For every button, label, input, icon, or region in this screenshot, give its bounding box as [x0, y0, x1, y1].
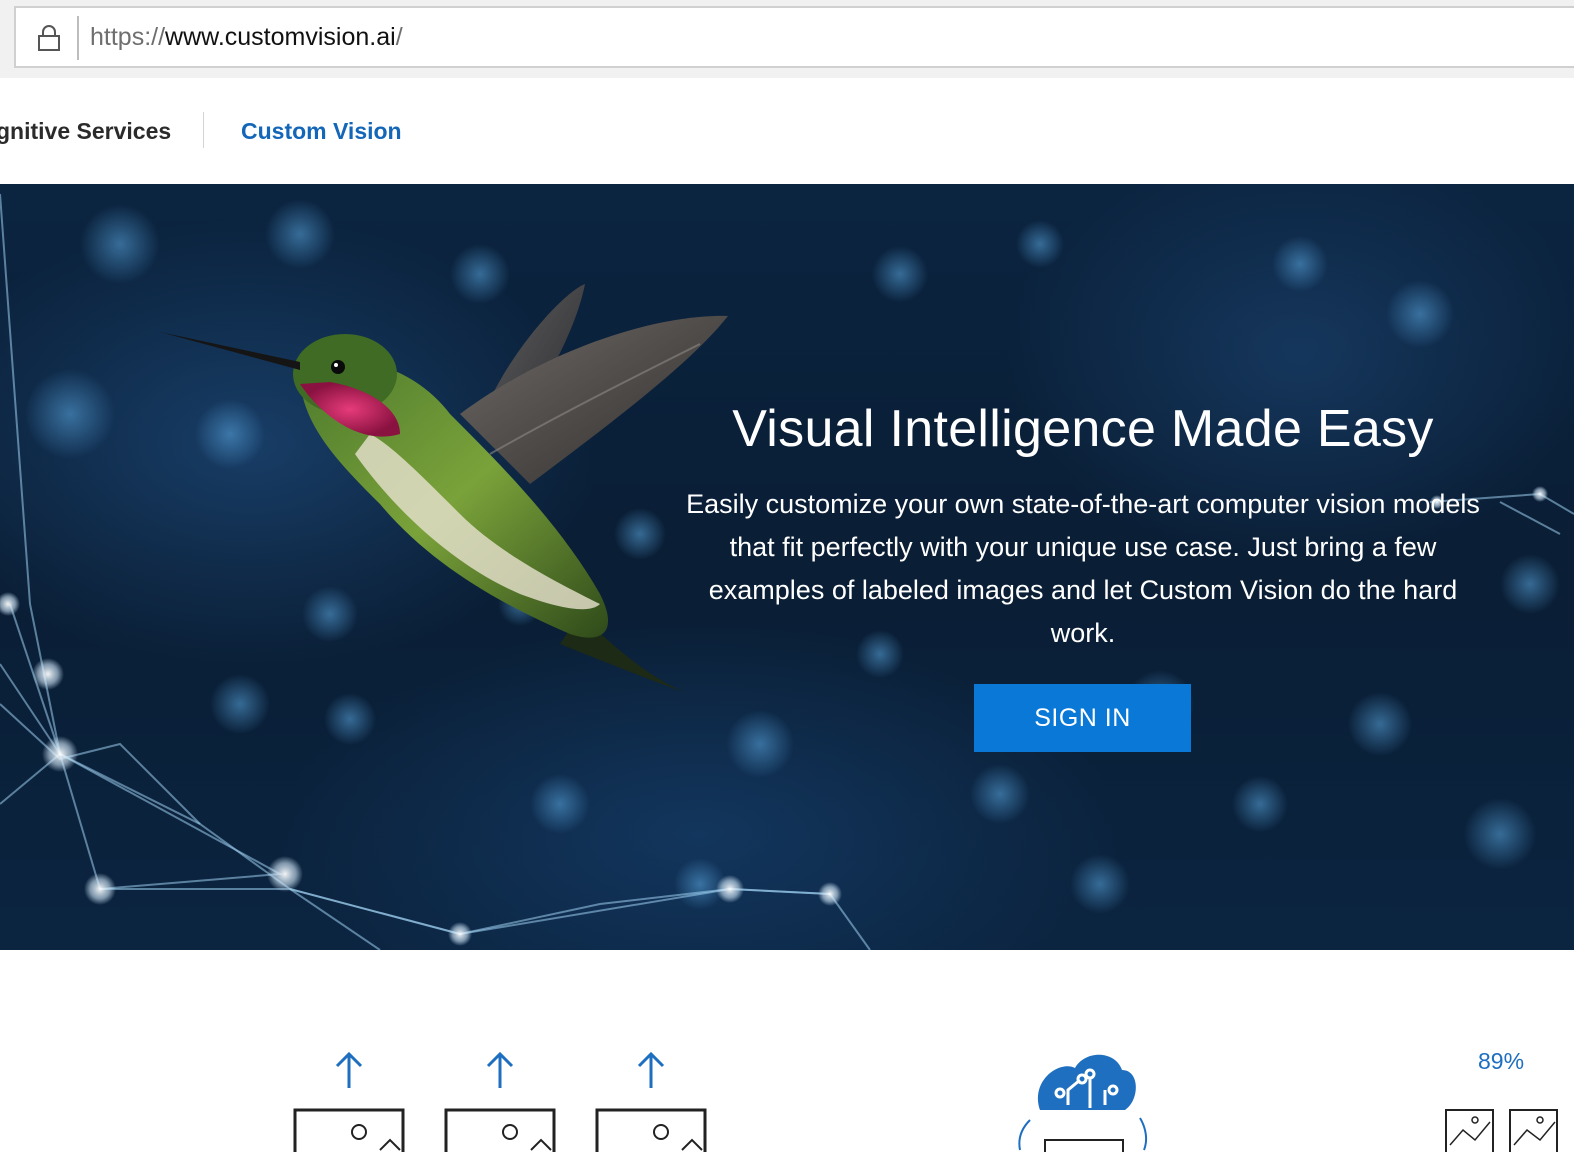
- hummingbird: [160, 284, 728, 694]
- image-card-icon: [293, 1108, 707, 1152]
- hero-title: Visual Intelligence Made Easy: [732, 399, 1434, 458]
- nav-cognitive-services-link[interactable]: gnitive Services: [0, 118, 171, 145]
- url-domain: www.customvision.ai: [165, 23, 396, 51]
- url-text[interactable]: https://www.customvision.ai/: [90, 23, 403, 52]
- sign-in-button[interactable]: SIGN IN: [974, 684, 1191, 752]
- url-protocol: https://: [90, 23, 166, 51]
- nav-custom-vision-link[interactable]: Custom Vision: [241, 118, 402, 145]
- hero-banner: Visual Intelligence Made Easy Easily cus…: [0, 184, 1574, 950]
- url-path: /: [395, 23, 403, 51]
- address-bar[interactable]: https://www.customvision.ai/: [14, 6, 1574, 68]
- steps-section: 89%: [0, 950, 1574, 1152]
- lock-icon: [38, 25, 60, 51]
- browser-chrome: https://www.customvision.ai/: [0, 0, 1574, 78]
- steps-illustration: [293, 1051, 1558, 1152]
- nav-divider: [203, 112, 204, 148]
- top-nav: gnitive Services Custom Vision: [0, 78, 1574, 184]
- upload-arrow-icon: [335, 1051, 665, 1088]
- accuracy-percentage: 89%: [1478, 1048, 1525, 1074]
- hero-description: Easily customize your own state-of-the-a…: [686, 489, 1480, 648]
- ai-brain-icon: [1018, 1054, 1148, 1152]
- address-divider: [77, 16, 79, 60]
